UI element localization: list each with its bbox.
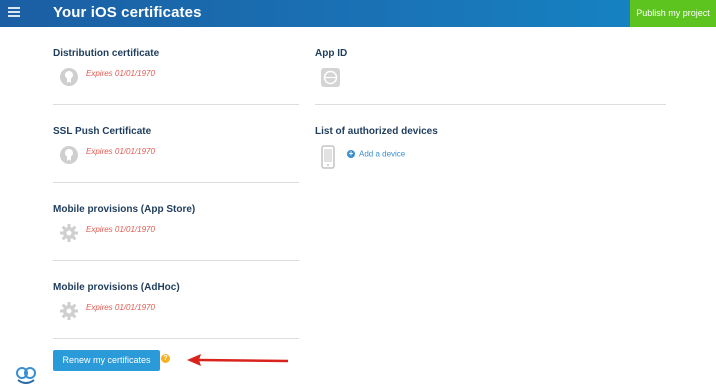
divider bbox=[53, 182, 299, 183]
authorized-devices-section: List of authorized devices bbox=[315, 126, 438, 137]
red-arrow-annotation bbox=[187, 354, 289, 366]
top-bar: Your iOS certificates Publish my project bbox=[0, 0, 716, 27]
mobile-provisions-adhoc-section: Mobile provisions (AdHoc) bbox=[53, 282, 180, 293]
ssl-push-certificate-section: SSL Push Certificate bbox=[53, 126, 151, 137]
certificate-seal-icon bbox=[60, 146, 78, 164]
divider bbox=[315, 104, 666, 105]
gear-icon bbox=[60, 302, 78, 320]
plus-circle-icon: + bbox=[347, 148, 355, 158]
mobile-provisions-appstore-section: Mobile provisions (App Store) bbox=[53, 204, 195, 215]
help-icon[interactable]: ? bbox=[161, 354, 170, 363]
section-title: App ID bbox=[315, 48, 348, 59]
section-title: List of authorized devices bbox=[315, 126, 438, 137]
expiry-date: Expires 01/01/1970 bbox=[86, 69, 155, 78]
publish-project-button[interactable]: Publish my project bbox=[630, 0, 716, 27]
expiry-date: Expires 01/01/1970 bbox=[86, 147, 155, 156]
certificate-seal-icon bbox=[60, 68, 78, 86]
divider bbox=[53, 104, 299, 105]
app-window: Your iOS certificates Publish my project… bbox=[0, 0, 716, 390]
renew-certificates-button[interactable]: Renew my certificates bbox=[53, 350, 160, 371]
app-id-icon bbox=[321, 68, 340, 87]
hamburger-menu-icon[interactable] bbox=[8, 7, 20, 19]
section-title: Mobile provisions (AdHoc) bbox=[53, 282, 180, 293]
divider bbox=[53, 338, 299, 339]
expiry-date: Expires 01/01/1970 bbox=[86, 225, 155, 234]
section-title: Distribution certificate bbox=[53, 48, 160, 59]
section-title: SSL Push Certificate bbox=[53, 126, 152, 137]
phone-icon bbox=[321, 145, 335, 169]
expiry-date: Expires 01/01/1970 bbox=[86, 303, 155, 312]
app-id-section: App ID bbox=[315, 48, 347, 59]
page-title: Your iOS certificates bbox=[53, 4, 202, 21]
add-device-link[interactable]: + Add a device bbox=[347, 149, 405, 158]
app-logo bbox=[16, 367, 36, 384]
gear-icon bbox=[60, 224, 78, 242]
distribution-certificate-section: Distribution certificate bbox=[53, 48, 159, 59]
section-title: Mobile provisions (App Store) bbox=[53, 204, 196, 215]
divider bbox=[53, 260, 299, 261]
